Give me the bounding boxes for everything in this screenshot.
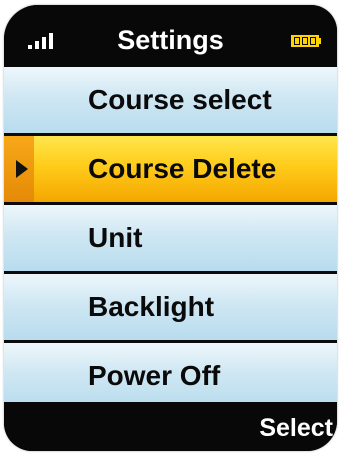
footer-bar: Select (4, 402, 337, 451)
menu-item-course-select[interactable]: Course select (4, 67, 337, 136)
header-bar: Settings (4, 5, 337, 67)
play-arrow-icon (16, 160, 28, 178)
menu-item-unit[interactable]: Unit (4, 205, 337, 274)
battery-icon (291, 35, 321, 47)
menu-item-label: Unit (88, 222, 143, 253)
menu-item-label: Course Delete (88, 153, 277, 184)
menu-item-label: Course select (88, 84, 272, 115)
settings-menu: Course select Course Delete Unit Backlig… (4, 67, 337, 412)
menu-item-course-delete[interactable]: Course Delete (4, 136, 337, 205)
menu-item-backlight[interactable]: Backlight (4, 274, 337, 343)
page-title: Settings (117, 25, 224, 55)
menu-item-label: Backlight (88, 291, 215, 322)
select-softkey[interactable]: Select (259, 413, 333, 443)
menu-item-label: Power Off (88, 360, 221, 391)
device-screen: Settings Course select Course Delete Uni… (4, 5, 337, 451)
